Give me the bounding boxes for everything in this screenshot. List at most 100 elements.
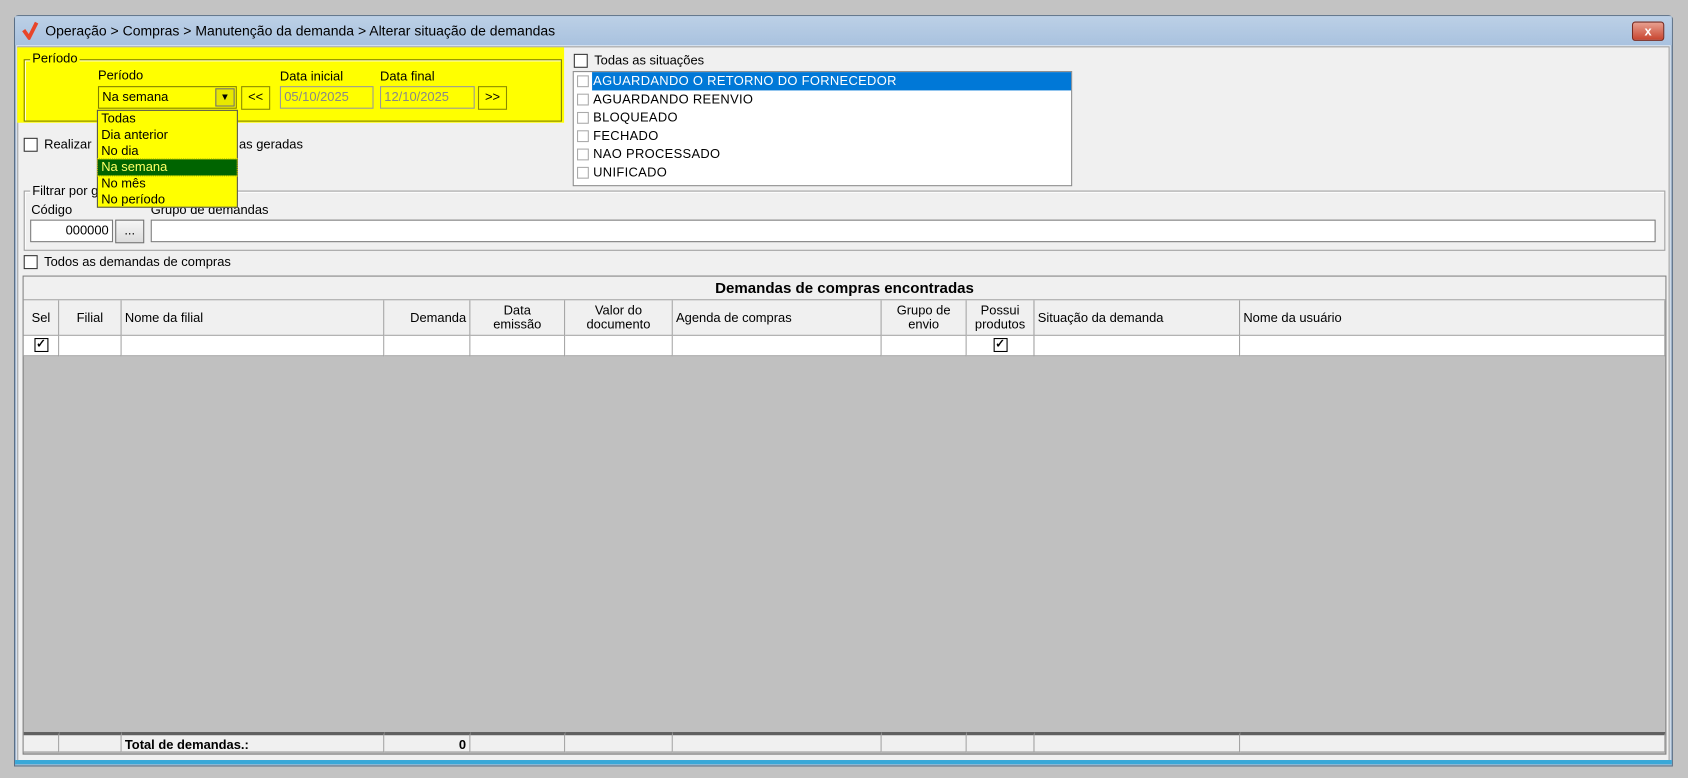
filter-row-filial[interactable] — [59, 335, 122, 357]
column-header-label: Nome da filial — [124, 309, 204, 325]
situacao-item[interactable]: FECHADO — [574, 127, 1071, 145]
browse-button[interactable]: ... — [115, 219, 145, 244]
footer-valor-documento — [565, 732, 673, 753]
filter-row-valor-documento[interactable] — [565, 335, 673, 357]
periodo-option-selected[interactable]: Na semana — [96, 158, 238, 177]
situacao-label: NAO PROCESSADO — [593, 146, 721, 162]
column-header-label: Agenda de compras — [676, 309, 792, 325]
periodo-option[interactable]: No mês — [98, 175, 237, 191]
situacao-checkbox[interactable] — [577, 166, 589, 179]
footer-filial — [59, 732, 122, 753]
column-header-data-emissao[interactable]: Data emissão — [470, 300, 566, 336]
periodo-combo-value: Na semana — [102, 89, 169, 105]
footer-nome-usuario — [1240, 732, 1666, 753]
prev-period-button[interactable]: << — [241, 86, 271, 110]
checkbox-checked-icon[interactable]: ✓ — [993, 338, 1008, 353]
periodo-dropdown-list: Todas Dia anterior No dia Na semana No m… — [96, 109, 238, 208]
column-header-label: Valor do documento — [586, 302, 651, 332]
situacao-label: BLOQUEADO — [593, 109, 678, 125]
column-header-situacao-demanda[interactable]: Situação da demanda — [1034, 300, 1241, 336]
codigo-label: Código — [31, 202, 73, 218]
close-button[interactable]: x — [1631, 21, 1665, 41]
realizar-label-end: as geradas — [238, 136, 303, 152]
situacao-label: AGUARDANDO O RETORNO DO FORNECEDOR — [592, 72, 1072, 91]
footer-data-emissao — [470, 732, 566, 753]
filter-row-nome-usuario[interactable] — [1240, 335, 1666, 357]
situacao-item[interactable]: NAO PROCESSADO — [574, 145, 1071, 163]
column-header-label: Data emissão — [493, 302, 542, 332]
filter-row-data-emissao[interactable] — [470, 335, 566, 357]
footer-situacao-demanda — [1034, 732, 1241, 753]
window-title: Operação > Compras > Manutenção da deman… — [45, 22, 556, 39]
grupo-field[interactable] — [150, 219, 1656, 243]
footer-nome-filial: Total de demandas.: — [121, 732, 385, 753]
grid-title: Demandas de compras encontradas — [23, 276, 1666, 301]
filter-row-sel[interactable]: ✓ — [23, 335, 60, 357]
footer-grupo-envio — [881, 732, 967, 753]
column-header-label: Demanda — [410, 309, 467, 325]
periodo-combo-label: Período — [97, 67, 144, 83]
filter-row-possui-produtos[interactable]: ✓ — [966, 335, 1035, 357]
data-inicial-field[interactable]: 05/10/2025 — [279, 86, 374, 109]
column-header-filial[interactable]: Filial — [59, 300, 122, 336]
column-header-label: Grupo de envio — [896, 302, 951, 332]
total-value: 0 — [458, 737, 467, 753]
column-header-grupo-envio[interactable]: Grupo de envio — [881, 300, 967, 336]
realizar-checkbox[interactable] — [23, 137, 38, 152]
situacao-checkbox[interactable] — [577, 148, 589, 161]
todos-demandas-checkbox[interactable] — [23, 255, 38, 270]
chevron-down-icon[interactable]: ▼ — [215, 88, 235, 107]
situacoes-list: AGUARDANDO O RETORNO DO FORNECEDOR AGUAR… — [572, 71, 1073, 187]
window-bottom-border — [15, 760, 1672, 765]
situacao-item[interactable]: AGUARDANDO O RETORNO DO FORNECEDOR — [574, 72, 1072, 91]
data-final-field[interactable]: 12/10/2025 — [380, 86, 475, 109]
footer-demanda: 0 — [384, 732, 471, 753]
situacao-label: FECHADO — [593, 128, 659, 144]
footer-sel — [23, 732, 60, 753]
situacao-checkbox[interactable] — [577, 75, 589, 88]
filter-row-agenda-compras[interactable] — [672, 335, 882, 357]
column-header-label: Filial — [76, 309, 104, 325]
todas-situacoes-checkbox[interactable] — [573, 53, 588, 68]
footer-possui-produtos — [966, 732, 1035, 753]
filter-row-nome-filial[interactable] — [121, 335, 385, 357]
realizar-label-start: Realizar — [44, 136, 92, 152]
checkbox-checked-icon[interactable]: ✓ — [33, 338, 48, 353]
column-header-nome-filial[interactable]: Nome da filial — [121, 300, 385, 336]
situacao-checkbox[interactable] — [577, 130, 589, 143]
total-label: Total de demandas.: — [124, 737, 249, 753]
app-logo-icon — [22, 20, 39, 42]
footer-agenda-compras — [672, 732, 882, 753]
column-header-label: Possui produtos — [974, 302, 1026, 332]
column-header-agenda-compras[interactable]: Agenda de compras — [672, 300, 882, 336]
situacao-checkbox[interactable] — [577, 111, 589, 124]
data-inicial-label: Data inicial — [279, 68, 344, 84]
codigo-field[interactable]: 000000 — [30, 219, 114, 243]
periodo-option[interactable]: Todas — [98, 111, 237, 127]
situacao-item[interactable]: UNIFICADO — [574, 164, 1071, 182]
situacao-item[interactable]: BLOQUEADO — [574, 109, 1071, 127]
column-header-demanda[interactable]: Demanda — [384, 300, 471, 336]
column-header-label: Sel — [31, 309, 51, 325]
periodo-group-label: Período — [30, 50, 80, 66]
filter-row-situacao-demanda[interactable] — [1034, 335, 1241, 357]
situacao-label: AGUARDANDO REENVIO — [593, 91, 754, 107]
data-final-label: Data final — [380, 68, 435, 84]
filter-row-grupo-envio[interactable] — [881, 335, 967, 357]
filter-row-demanda[interactable] — [384, 335, 471, 357]
situacao-item[interactable]: AGUARDANDO REENVIO — [574, 90, 1071, 108]
column-header-possui-produtos[interactable]: Possui produtos — [966, 300, 1035, 336]
next-period-button[interactable]: >> — [477, 86, 508, 110]
column-header-nome-usuario[interactable]: Nome da usuário — [1240, 300, 1666, 336]
todas-situacoes-label: Todas as situações — [594, 52, 705, 68]
situacao-checkbox[interactable] — [577, 93, 589, 106]
column-header-valor-documento[interactable]: Valor do documento — [565, 300, 673, 336]
situacao-label: UNIFICADO — [593, 164, 668, 180]
filtro-group-label: Filtrar por g — [30, 183, 101, 199]
periodo-option[interactable]: No período — [98, 192, 237, 208]
periodo-option[interactable]: No dia — [98, 143, 237, 159]
todos-demandas-label: Todos as demandas de compras — [44, 254, 231, 270]
column-header-sel[interactable]: Sel — [23, 300, 60, 336]
periodo-option[interactable]: Dia anterior — [98, 127, 237, 143]
column-header-label: Situação da demanda — [1037, 309, 1164, 325]
